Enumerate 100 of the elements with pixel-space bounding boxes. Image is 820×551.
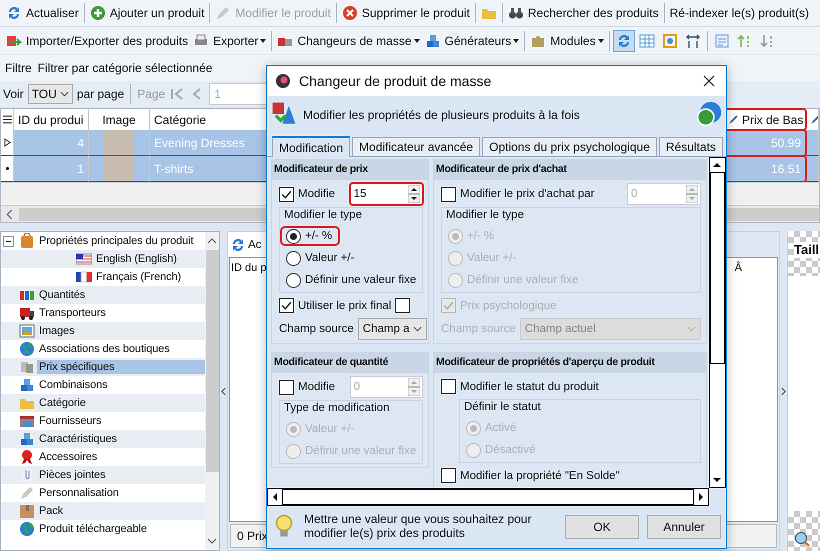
scroll-left-icon[interactable] (4, 208, 15, 220)
number-field[interactable]: 15 (350, 183, 423, 205)
chevron-down-icon[interactable] (413, 326, 422, 332)
checkbox[interactable] (279, 186, 294, 202)
spinner-icon[interactable] (408, 185, 420, 203)
panel-title: Taill (794, 242, 820, 258)
checkbox[interactable] (279, 298, 294, 313)
tree-item[interactable]: Accessoires (1, 448, 205, 466)
radio-button[interactable] (286, 228, 301, 244)
tab[interactable]: Résultats (658, 137, 723, 156)
truck-icon (19, 305, 35, 321)
section-header: Modificateur de prix (271, 159, 429, 179)
radio-option[interactable]: Définir une valeur fixe (280, 270, 424, 290)
menu-button[interactable]: Importer/Exporter des produits (4, 30, 190, 50)
group-label: Définir le statut (464, 401, 542, 415)
dialog-button[interactable]: OK (565, 515, 639, 539)
list-icon (714, 32, 730, 48)
column-header[interactable]: Prix de Bas (724, 109, 806, 130)
radio-label: Valeur +/- (305, 423, 354, 435)
pencil-icon (728, 114, 739, 125)
picture-icon (19, 323, 35, 339)
checkbox-label: Utiliser le prix final (298, 300, 392, 312)
collapse-toggle[interactable] (2, 236, 14, 246)
tree-item[interactable]: Associations des boutiques (1, 340, 205, 358)
per-page-dropdown[interactable]: TOU (28, 84, 73, 104)
grid-icon (638, 32, 655, 48)
columns-width-icon (684, 32, 701, 48)
globe-icon (19, 341, 35, 357)
toolbar-button[interactable]: Supprimer le produit (340, 3, 472, 23)
checkbox-label: Modifier la propriété "En Solde" (460, 470, 620, 482)
tree-item[interactable]: Personnalisation (1, 484, 205, 502)
cubes-icon (19, 377, 35, 393)
radio-label: Valeur +/- (305, 252, 354, 264)
tree-item[interactable]: Images (1, 322, 205, 340)
frame-icon (662, 32, 678, 48)
tree-item[interactable]: Pack (1, 502, 205, 520)
paperclip-icon (19, 467, 35, 483)
toolbar-button[interactable]: Actualiser (4, 3, 81, 23)
magnifier-icon[interactable] (794, 531, 810, 547)
tree-item[interactable]: Pièces jointes (1, 466, 205, 484)
number-input[interactable]: 15 (350, 188, 407, 200)
menu-button[interactable]: Générateurs (422, 30, 522, 50)
scroll-up-icon[interactable] (207, 238, 217, 244)
tree-item[interactable]: Propriétés principales du produit (1, 232, 205, 250)
scrollbar-thumb[interactable] (710, 172, 725, 364)
globe-icon (19, 521, 35, 537)
tab[interactable]: Modificateur avancée (352, 137, 480, 156)
view-toggle-button[interactable] (612, 30, 635, 52)
checkbox-label: Modifier le statut du produit (460, 380, 599, 392)
tree-item[interactable]: Prix spécifiques (1, 358, 205, 376)
scrollbar-thumb[interactable] (206, 250, 218, 472)
group-label: Type de modification (284, 402, 390, 416)
group-label: Modifier le type (284, 209, 363, 223)
tree-item[interactable]: Fournisseurs (1, 412, 205, 430)
box-icon (19, 503, 35, 519)
tab[interactable]: Options du prix psychologique (482, 137, 657, 156)
binoculars-icon (508, 5, 524, 21)
field-label: Champ source (441, 323, 516, 335)
scrollbar-thumb[interactable] (282, 489, 694, 505)
tree-item[interactable]: English (English) (1, 250, 205, 268)
scroll-down-icon[interactable] (207, 538, 217, 544)
menu-button[interactable]: Modules (528, 30, 606, 50)
radio-label: Définir une valeur fixe (305, 445, 416, 457)
checkbox-label: Modifier le prix d'achat par (460, 188, 596, 200)
refresh-icon (230, 236, 246, 252)
dialog-button[interactable]: Annuler (647, 515, 721, 539)
tree-item[interactable]: Catégorie (1, 394, 205, 412)
radio-label: +/- % (467, 230, 494, 242)
tree-item[interactable]: Produit téléchargeable (1, 520, 205, 538)
toolbar-button[interactable]: Ajouter un produit (88, 3, 206, 23)
table-cell: 16.51 (724, 156, 806, 182)
column-header: Â (734, 262, 742, 274)
tree-item[interactable]: Français (French) (1, 268, 205, 286)
toolbar-button[interactable]: Ré-indexer le(s) produit(s) (668, 4, 811, 22)
menu-button[interactable]: Exporter (191, 30, 268, 50)
app-logo-icon (275, 73, 291, 89)
tree-item[interactable]: Transporteurs (1, 304, 205, 322)
column-chooser-icon[interactable] (2, 114, 12, 125)
tree-item[interactable]: Caractéristiques (1, 430, 205, 448)
tree-item[interactable]: Combinaisons (1, 376, 205, 394)
tab[interactable]: Modification (272, 136, 350, 157)
shop-icon (19, 413, 35, 429)
radio-button[interactable] (286, 272, 301, 288)
field-label: Champ source (279, 323, 354, 335)
radio-label: Définir une valeur fixe (467, 274, 578, 286)
toolbar-button[interactable]: Rechercher des produits (506, 3, 661, 23)
hint-text: Mettre une valeur que vous souhaitez pour modifier le(s) prix des produits (304, 513, 532, 541)
filter-label: Filtre (5, 61, 32, 75)
source-dropdown[interactable]: Champ a (358, 318, 428, 340)
chevron-down-icon[interactable] (60, 91, 69, 97)
section-header: Modificateur de quantité (271, 352, 429, 372)
checkbox[interactable] (395, 298, 410, 313)
photo-placeholder (104, 130, 134, 155)
help-globe-icon (696, 100, 722, 126)
menu-button[interactable]: Changeurs de masse (275, 30, 422, 50)
cubes-icon (19, 431, 35, 447)
radio-option[interactable]: +/- % (280, 226, 340, 246)
radio-button[interactable] (286, 250, 301, 266)
tree-item[interactable]: Quantités (1, 286, 205, 304)
close-icon[interactable] (703, 75, 715, 87)
